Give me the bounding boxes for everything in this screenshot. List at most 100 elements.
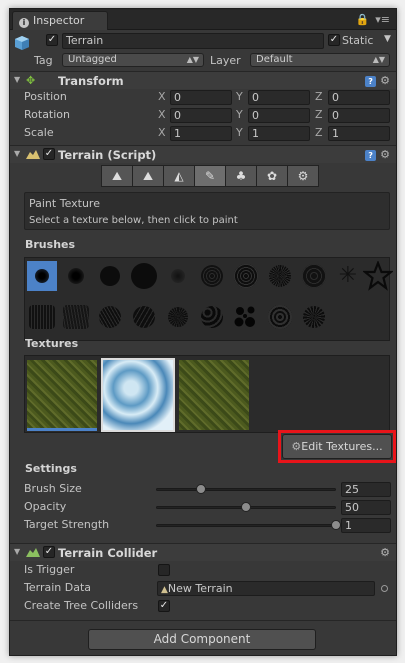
axis-x-label: X bbox=[158, 126, 166, 139]
smooth-height-icon[interactable]: ◭ bbox=[163, 165, 195, 187]
lock-icon[interactable]: 🔒 bbox=[356, 13, 370, 26]
settings-icon[interactable]: ⚙ bbox=[287, 165, 319, 187]
brush-item[interactable] bbox=[299, 261, 329, 291]
place-trees-icon[interactable]: ♣ bbox=[225, 165, 257, 187]
layer-dropdown[interactable]: Default ▲▼ bbox=[250, 53, 390, 67]
rotation-y-field[interactable]: 0 bbox=[248, 108, 310, 123]
brush-item[interactable] bbox=[61, 302, 91, 332]
brush-item[interactable] bbox=[299, 302, 329, 332]
rotation-x-field[interactable]: 0 bbox=[170, 108, 232, 123]
brush-item[interactable] bbox=[231, 261, 261, 291]
brush-size-field[interactable]: 25 bbox=[341, 482, 391, 497]
add-component-button[interactable]: Add Component bbox=[88, 629, 316, 650]
terrain-data-label: Terrain Data bbox=[24, 581, 91, 594]
axis-z-label: Z bbox=[315, 126, 323, 139]
target-strength-field[interactable]: 1 bbox=[341, 518, 391, 533]
tag-value: Untagged bbox=[68, 54, 117, 65]
paint-texture-icon[interactable]: ✎ bbox=[194, 165, 226, 187]
brush-size-slider-thumb[interactable] bbox=[196, 484, 206, 494]
chevron-down-icon: ▲▼ bbox=[186, 55, 199, 64]
position-z-field[interactable]: 0 bbox=[328, 90, 390, 105]
brush-star[interactable] bbox=[361, 259, 395, 291]
gear-icon[interactable]: ⚙ bbox=[380, 148, 390, 161]
object-name-input[interactable]: Terrain bbox=[62, 33, 324, 49]
static-checkbox[interactable]: ✓ bbox=[328, 34, 340, 46]
texture-water[interactable] bbox=[101, 358, 175, 432]
brush-item[interactable] bbox=[197, 261, 227, 291]
paint-height-icon[interactable]: ⛰ bbox=[132, 165, 164, 187]
brush-item[interactable] bbox=[265, 261, 295, 291]
tag-label: Tag bbox=[34, 54, 53, 67]
opacity-field[interactable]: 50 bbox=[341, 500, 391, 515]
terrain-collider-header[interactable]: ▼ ✓ Terrain Collider ⚙ bbox=[10, 543, 396, 561]
position-x-field[interactable]: 0 bbox=[170, 90, 232, 105]
divider bbox=[10, 620, 396, 621]
brush-item[interactable] bbox=[95, 261, 125, 291]
info-icon: i bbox=[19, 18, 29, 28]
position-y-field[interactable]: 0 bbox=[248, 90, 310, 105]
brush-item[interactable] bbox=[197, 302, 227, 332]
gear-icon[interactable]: ⚙ bbox=[380, 74, 390, 87]
brush-item[interactable] bbox=[61, 261, 91, 291]
edit-textures-button[interactable]: ⚙Edit Textures... bbox=[282, 434, 392, 459]
tag-dropdown[interactable]: Untagged ▲▼ bbox=[62, 53, 204, 67]
terrain-collider-title: Terrain Collider bbox=[58, 546, 158, 560]
paint-details-icon[interactable]: ✿ bbox=[256, 165, 288, 187]
chevron-down-icon: ▲▼ bbox=[372, 55, 385, 64]
brush-selected[interactable] bbox=[27, 261, 57, 291]
brush-item[interactable] bbox=[129, 302, 159, 332]
texture-grass-selected[interactable] bbox=[27, 360, 97, 430]
foldout-arrow-icon[interactable]: ▼ bbox=[14, 75, 20, 84]
menu-icon[interactable]: ▾≡ bbox=[375, 13, 390, 26]
brush-item[interactable] bbox=[163, 302, 193, 332]
transform-title: Transform bbox=[58, 74, 124, 88]
terrain-data-value: New Terrain bbox=[167, 582, 233, 595]
terrain-collider-enabled-checkbox[interactable]: ✓ bbox=[43, 546, 55, 558]
brush-size-slider[interactable] bbox=[156, 488, 336, 491]
help-icon[interactable]: ? bbox=[365, 76, 377, 87]
brush-item[interactable] bbox=[163, 261, 193, 291]
brush-item[interactable] bbox=[265, 302, 295, 332]
texture-grass[interactable] bbox=[179, 360, 249, 430]
inspector-window: i Inspector 🔒 ▾≡ ✓ Terrain ✓ Static ▼ Tag … bbox=[9, 8, 397, 656]
transform-icon: ✥ bbox=[26, 74, 36, 87]
object-picker-icon[interactable] bbox=[381, 585, 388, 592]
rotation-z-field[interactable]: 0 bbox=[328, 108, 390, 123]
target-strength-slider-thumb[interactable] bbox=[331, 520, 341, 530]
brush-dots[interactable] bbox=[231, 302, 261, 332]
opacity-label: Opacity bbox=[24, 500, 67, 513]
foldout-arrow-icon[interactable]: ▼ bbox=[14, 547, 20, 556]
gear-icon[interactable]: ⚙ bbox=[380, 546, 390, 559]
raise-lower-icon[interactable]: ⛰ bbox=[101, 165, 133, 187]
transform-header[interactable]: ▼ ✥ Transform ? ⚙ bbox=[10, 71, 396, 89]
tree-colliders-checkbox[interactable]: ✓ bbox=[158, 600, 170, 612]
target-strength-label: Target Strength bbox=[24, 518, 110, 531]
axis-x-label: X bbox=[158, 108, 166, 121]
brush-size-label: Brush Size bbox=[24, 482, 82, 495]
brush-item[interactable] bbox=[27, 302, 57, 332]
scale-y-field[interactable]: 1 bbox=[248, 126, 310, 141]
tab-inspector[interactable]: i Inspector bbox=[12, 11, 108, 30]
terrain-script-enabled-checkbox[interactable]: ✓ bbox=[43, 148, 55, 160]
brush-sparkle[interactable]: ✳ bbox=[333, 261, 363, 291]
terrain-script-header[interactable]: ▼ ✓ Terrain (Script) ? ⚙ bbox=[10, 145, 396, 163]
help-box-text: Select a texture below, then click to pa… bbox=[29, 215, 238, 226]
scale-x-field[interactable]: 1 bbox=[170, 126, 232, 141]
target-strength-slider[interactable] bbox=[156, 524, 336, 527]
object-active-checkbox[interactable]: ✓ bbox=[46, 34, 58, 46]
terrain-data-field[interactable]: ▲New Terrain bbox=[157, 581, 375, 596]
scale-z-field[interactable]: 1 bbox=[328, 126, 390, 141]
static-dropdown-arrow-icon[interactable]: ▼ bbox=[384, 34, 391, 44]
static-label: Static bbox=[342, 34, 374, 47]
brush-item[interactable] bbox=[129, 261, 159, 291]
terrain-script-title: Terrain (Script) bbox=[58, 148, 157, 162]
foldout-arrow-icon[interactable]: ▼ bbox=[14, 149, 20, 158]
terrain-icon bbox=[26, 149, 40, 162]
scale-label: Scale bbox=[24, 126, 54, 139]
help-icon[interactable]: ? bbox=[365, 150, 377, 161]
axis-y-label: Y bbox=[236, 126, 243, 139]
brush-item[interactable] bbox=[95, 302, 125, 332]
opacity-slider-thumb[interactable] bbox=[241, 502, 251, 512]
is-trigger-checkbox[interactable] bbox=[158, 564, 170, 576]
axis-x-label: X bbox=[158, 90, 166, 103]
